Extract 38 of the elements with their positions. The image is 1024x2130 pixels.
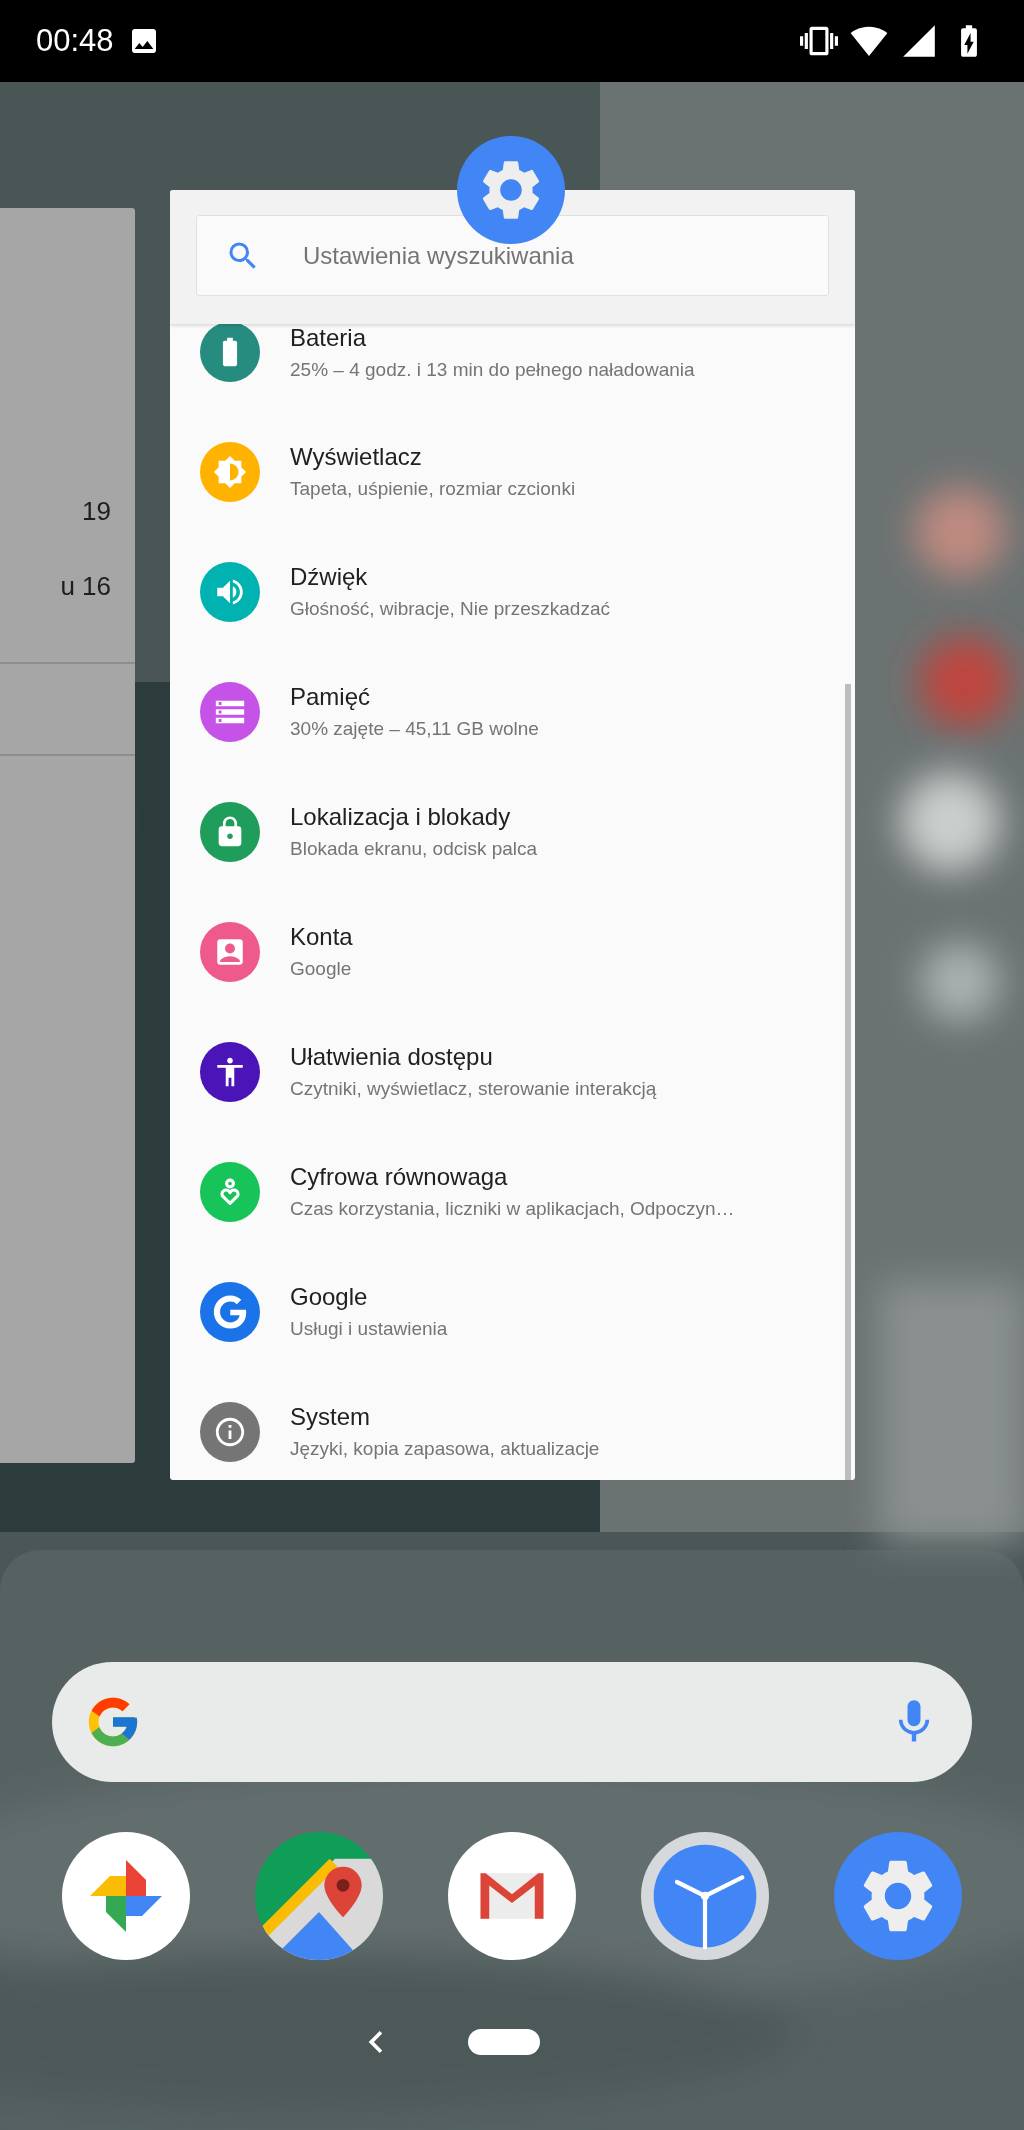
settings-item[interactable]: Pamięć 30% zajęte – 45,11 GB wolne: [170, 652, 855, 772]
search-field[interactable]: Ustawienia wyszukiwania: [196, 215, 829, 296]
item-subtitle: Głośność, wibracje, Nie przeszkadzać: [290, 597, 610, 621]
settings-item[interactable]: Bateria 25% – 4 godz. i 13 min do pełnego naładowania: [170, 324, 855, 412]
settings-item[interactable]: Google Usługi i ustawienia: [170, 1252, 855, 1372]
cellular-signal-icon: [900, 22, 938, 60]
item-subtitle: 25% – 4 godz. i 13 min do pełnego naładowania: [290, 358, 695, 382]
item-title: Konta: [290, 923, 353, 951]
item-title: Pamięć: [290, 683, 372, 711]
item-title: System: [290, 1403, 371, 1431]
item-title: Bateria: [290, 324, 368, 352]
item-title: Cyfrowa równowaga: [290, 1163, 509, 1191]
settings-item[interactable]: System Języki, kopia zapasowa, aktualizacje: [170, 1372, 855, 1480]
item-title: Dźwięk: [290, 563, 369, 591]
card-text: u 16: [60, 570, 112, 603]
item-title: Lokalizacja i blokady: [290, 803, 512, 831]
settings-item[interactable]: Cyfrowa równowaga Czas korzystania, liczniki w aplikacjach, Odpoczyn…: [170, 1132, 855, 1252]
recent-app-card[interactable]: 19 u 16: [0, 208, 135, 1463]
card-text: 19: [82, 495, 112, 528]
item-title: Ułatwienia dostępu: [290, 1043, 494, 1071]
item-subtitle: Usługi i ustawienia: [290, 1317, 448, 1341]
settings-app-card[interactable]: [170, 190, 855, 1480]
clock-time: 00:48: [36, 21, 114, 60]
item-subtitle: Google: [290, 957, 353, 981]
settings-item[interactable]: Lokalizacja i blokady Blokada ekranu, odcisk palca: [170, 772, 855, 892]
settings-item[interactable]: Dźwięk Głośność, wibracje, Nie przeszkadzać: [170, 532, 855, 652]
item-subtitle: Blokada ekranu, odcisk palca: [290, 837, 538, 861]
item-title: Google: [290, 1283, 369, 1311]
item-subtitle: 30% zajęte – 45,11 GB wolne: [290, 717, 539, 741]
settings-item[interactable]: Wyświetlacz Tapeta, uśpienie, rozmiar czcionki: [170, 412, 855, 532]
item-subtitle: Języki, kopia zapasowa, aktualizacje: [290, 1437, 600, 1461]
settings-item[interactable]: Konta Google: [170, 892, 855, 1012]
item-subtitle: Tapeta, uśpienie, rozmiar czcionki: [290, 477, 576, 501]
item-subtitle: Czytniki, wyświetlacz, sterowanie interakcją: [290, 1077, 657, 1101]
item-subtitle: Czas korzystania, liczniki w aplikacjach, Odpoczyn…: [290, 1197, 735, 1221]
home-button[interactable]: [468, 2029, 540, 2055]
settings-item[interactable]: Ułatwienia dostępu Czytniki, wyświetlacz, sterowanie interakcją: [170, 1012, 855, 1132]
item-title: Wyświetlacz: [290, 443, 423, 471]
